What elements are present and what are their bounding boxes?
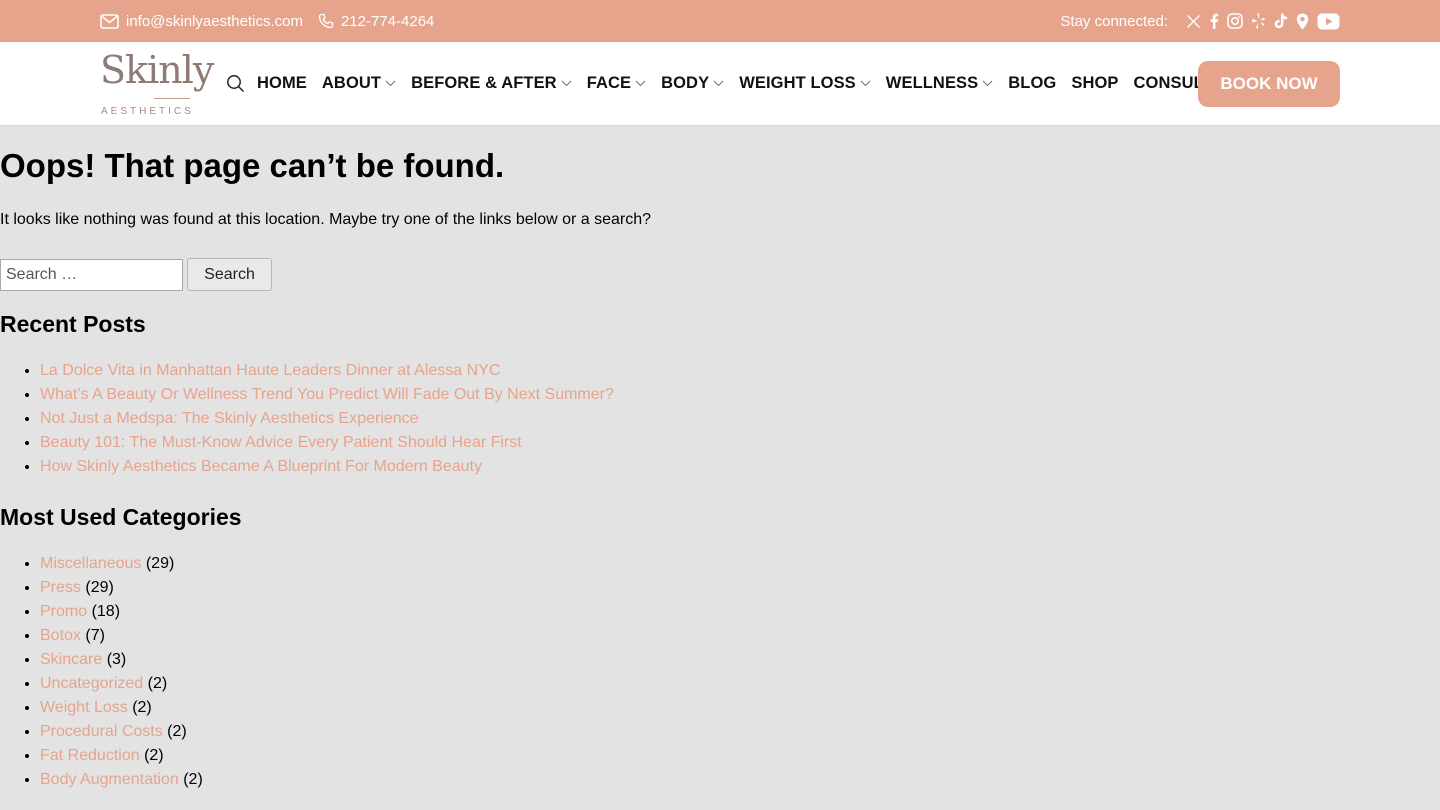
category-count: (2)	[144, 747, 164, 764]
phone-link[interactable]: 212-774-4264	[318, 13, 434, 30]
nav-item-about[interactable]: ABOUT	[322, 74, 396, 93]
nav-item-label: ABOUT	[321, 74, 382, 92]
list-item: How Skinly Aesthetics Became A Blueprint…	[40, 455, 614, 479]
nav-item-weight-loss[interactable]: WEIGHT LOSS	[739, 74, 871, 93]
youtube-icon[interactable]	[1317, 13, 1340, 30]
search-button[interactable]: Search	[187, 258, 272, 291]
category-link[interactable]: Promo	[40, 603, 87, 620]
logo-divider	[154, 98, 190, 99]
tiktok-icon[interactable]	[1274, 13, 1288, 29]
contact-info: info@skinlyaesthetics.com 212-774-4264	[100, 0, 449, 42]
category-count: (18)	[91, 603, 121, 620]
category-link[interactable]: Miscellaneous	[40, 555, 141, 572]
nav-item-body[interactable]: BODY	[661, 74, 724, 93]
book-now-button[interactable]: BOOK NOW	[1198, 61, 1340, 107]
yelp-icon[interactable]	[1251, 13, 1266, 29]
nav-item-before-after[interactable]: BEFORE & AFTER	[411, 74, 572, 93]
top-bar: info@skinlyaesthetics.com 212-774-4264 S…	[0, 0, 1440, 42]
category-count: (29)	[145, 555, 175, 572]
category-link[interactable]: Procedural Costs	[40, 723, 163, 740]
site-logo[interactable]: Skinly AESTHETICS	[100, 46, 214, 118]
chevron-down-icon	[385, 80, 396, 87]
email-link[interactable]: info@skinlyaesthetics.com	[100, 13, 303, 30]
list-item: Weight Loss (2)	[40, 696, 203, 720]
nav-item-label: WEIGHT LOSS	[739, 74, 856, 92]
chevron-down-icon	[635, 80, 646, 87]
list-item: Promo (18)	[40, 600, 203, 624]
chevron-down-icon	[982, 80, 993, 87]
nav-item-label: HOME	[257, 74, 307, 92]
post-link[interactable]: Beauty 101: The Must-Know Advice Every P…	[40, 434, 522, 451]
envelope-icon	[100, 13, 119, 29]
chevron-down-icon	[713, 80, 724, 87]
chevron-down-icon	[561, 80, 572, 87]
phone-text: 212-774-4264	[340, 12, 435, 30]
search-form: Search	[0, 258, 272, 291]
list-item: Body Augmentation (2)	[40, 768, 203, 792]
nav-item-label: BEFORE & AFTER	[411, 74, 557, 92]
category-link[interactable]: Uncategorized	[40, 675, 143, 692]
categories-list: Miscellaneous (29) Press (29) Promo (18)…	[40, 552, 203, 792]
search-icon[interactable]	[226, 74, 245, 93]
list-item: Skincare (3)	[40, 648, 203, 672]
list-item: Press (29)	[40, 576, 203, 600]
list-item: La Dolce Vita in Manhattan Haute Leaders…	[40, 359, 614, 383]
post-link[interactable]: Not Just a Medspa: The Skinly Aesthetics…	[40, 410, 419, 427]
category-link[interactable]: Body Augmentation	[40, 771, 179, 788]
list-item: Uncategorized (2)	[40, 672, 203, 696]
page-description: It looks like nothing was found at this …	[0, 211, 652, 228]
logo-subtext: AESTHETICS	[101, 106, 194, 117]
list-item: Procedural Costs (2)	[40, 720, 203, 744]
nav-item-label: WELLNESS	[885, 74, 979, 92]
page-title: Oops! That page can’t be found.	[0, 147, 505, 184]
nav-item-label: BLOG	[1008, 74, 1057, 92]
main-nav: HOME ABOUT BEFORE & AFTER FACE BODY WEIG…	[226, 42, 1228, 125]
nav-item-face[interactable]: FACE	[587, 74, 646, 93]
nav-item-label: FACE	[586, 74, 632, 92]
nav-item-label: SHOP	[1071, 74, 1119, 92]
nav-item-label: BODY	[661, 74, 710, 92]
nav-item-home[interactable]: HOME	[257, 74, 307, 93]
post-link[interactable]: La Dolce Vita in Manhattan Haute Leaders…	[40, 362, 500, 379]
stay-connected-label: Stay connected:	[1060, 12, 1168, 30]
category-count: (2)	[183, 771, 203, 788]
category-link[interactable]: Skincare	[40, 651, 102, 668]
list-item: What’s A Beauty Or Wellness Trend You Pr…	[40, 383, 614, 407]
category-count: (7)	[85, 627, 105, 644]
facebook-icon[interactable]	[1209, 13, 1219, 29]
recent-posts-list: La Dolce Vita in Manhattan Haute Leaders…	[40, 359, 614, 479]
x-icon[interactable]	[1186, 14, 1201, 29]
nav-item-shop[interactable]: SHOP	[1071, 74, 1118, 93]
list-item: Beauty 101: The Must-Know Advice Every P…	[40, 431, 614, 455]
search-input[interactable]	[0, 259, 183, 291]
recent-posts-heading: Recent Posts	[0, 311, 146, 337]
list-item: Miscellaneous (29)	[40, 552, 203, 576]
category-count: (2)	[147, 675, 168, 692]
category-link[interactable]: Botox	[40, 627, 81, 644]
email-text: info@skinlyaesthetics.com	[126, 12, 303, 30]
category-count: (2)	[167, 723, 187, 740]
instagram-icon[interactable]	[1227, 13, 1243, 29]
site-header: Skinly AESTHETICS HOME ABOUT BEFORE & AF…	[0, 42, 1440, 125]
location-pin-icon[interactable]	[1296, 13, 1309, 30]
nav-item-blog[interactable]: BLOG	[1008, 74, 1056, 93]
logo-wordmark: Skinly	[100, 48, 214, 92]
list-item: Botox (7)	[40, 624, 203, 648]
categories-heading: Most Used Categories	[0, 504, 242, 530]
phone-icon	[318, 13, 334, 29]
category-link[interactable]: Fat Reduction	[40, 747, 140, 764]
list-item: Fat Reduction (2)	[40, 744, 203, 768]
chevron-down-icon	[860, 80, 871, 87]
nav-item-wellness[interactable]: WELLNESS	[886, 74, 993, 93]
post-link[interactable]: What’s A Beauty Or Wellness Trend You Pr…	[40, 386, 614, 403]
category-link[interactable]: Weight Loss	[40, 699, 128, 716]
category-count: (2)	[132, 699, 152, 716]
list-item: Not Just a Medspa: The Skinly Aesthetics…	[40, 407, 614, 431]
post-link[interactable]: How Skinly Aesthetics Became A Blueprint…	[40, 458, 482, 475]
category-count: (3)	[106, 651, 127, 668]
category-link[interactable]: Press	[40, 579, 81, 596]
category-count: (29)	[85, 579, 114, 596]
social-links: Stay connected:	[1060, 0, 1340, 42]
